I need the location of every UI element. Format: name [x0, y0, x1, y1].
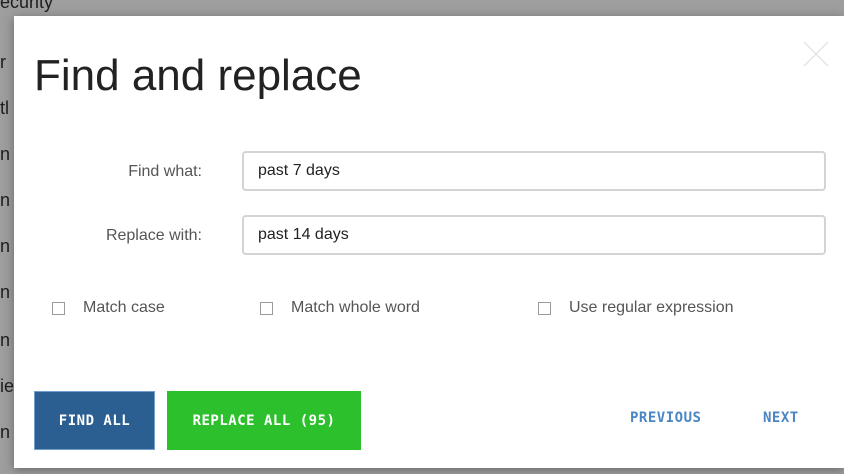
next-button[interactable]: NEXT	[763, 410, 799, 426]
replace-with-input[interactable]	[242, 215, 826, 255]
match-case-label: Match case	[83, 299, 165, 316]
match-case-option[interactable]: Match case	[52, 299, 165, 317]
match-whole-word-option[interactable]: Match whole word	[260, 299, 420, 317]
use-regex-label: Use regular expression	[569, 299, 734, 316]
use-regex-checkbox[interactable]	[538, 301, 551, 315]
use-regex-option[interactable]: Use regular expression	[538, 299, 734, 317]
previous-button[interactable]: PREVIOUS	[630, 410, 701, 426]
replace-with-label: Replace with:	[105, 227, 202, 244]
match-whole-word-checkbox[interactable]	[260, 301, 273, 315]
find-what-label: Find what:	[128, 163, 202, 180]
match-case-checkbox[interactable]	[52, 301, 65, 315]
match-whole-word-label: Match whole word	[291, 299, 420, 316]
find-all-button[interactable]: FIND ALL	[34, 391, 155, 450]
find-what-input[interactable]	[242, 151, 826, 191]
dialog-title: Find and replace	[34, 51, 362, 100]
find-replace-dialog: Find and replace Find what: Replace with…	[14, 16, 844, 468]
close-x-icon[interactable]	[802, 40, 830, 68]
replace-all-button[interactable]: REPLACE ALL (95)	[167, 391, 361, 450]
